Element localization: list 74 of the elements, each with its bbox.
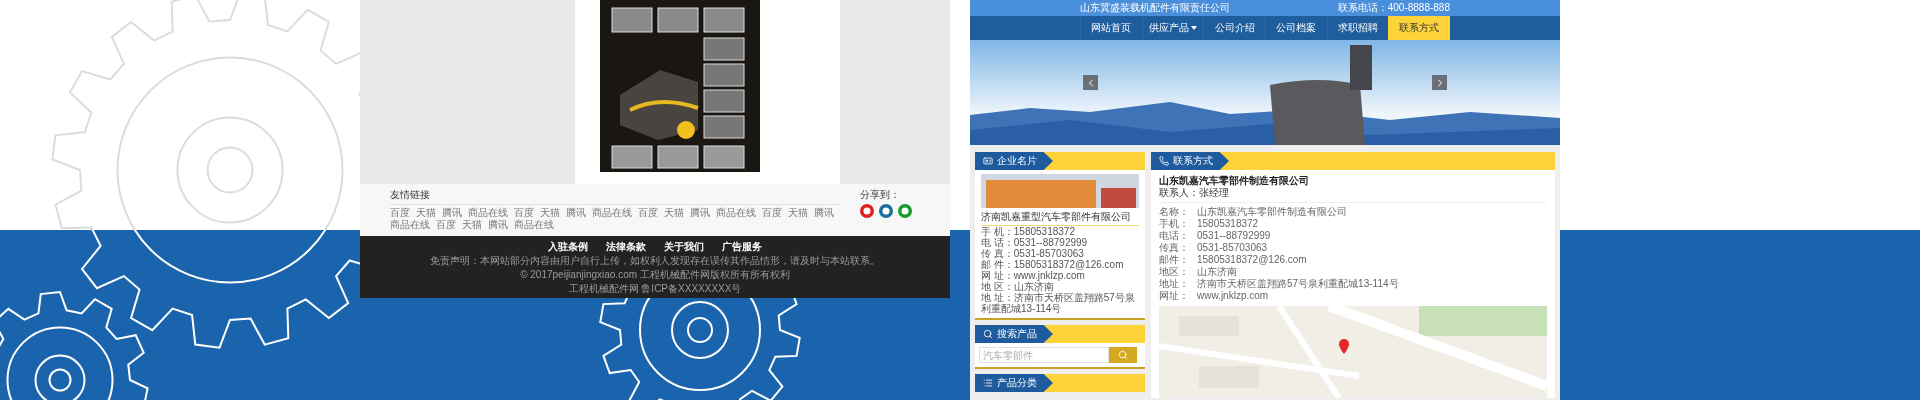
friend-link[interactable]: 天猫 bbox=[416, 207, 436, 219]
search-icon bbox=[983, 329, 993, 339]
contact-label: 邮件： bbox=[1159, 254, 1190, 266]
footer-text: © 2017peijianjingxiao.com 工程机械配件网版权所有所有权利 bbox=[520, 268, 790, 281]
friend-link[interactable]: 百度 bbox=[638, 207, 658, 219]
hotline-text: 联系电话：400-8888-888 bbox=[1337, 2, 1450, 14]
share-icon[interactable] bbox=[898, 204, 912, 218]
contact-label: 地区： bbox=[1159, 266, 1190, 278]
friend-link[interactable]: 腾讯 bbox=[814, 207, 834, 219]
contact-value: 济南市天桥区盖翔路57号泉利重配城13-114号 bbox=[1197, 278, 1399, 290]
card-field: 手 机：15805318372 bbox=[981, 226, 1139, 237]
share-icon[interactable] bbox=[879, 204, 893, 218]
contact-label: 手机： bbox=[1159, 218, 1190, 230]
friend-link[interactable]: 百度 bbox=[514, 207, 534, 219]
friend-link[interactable]: 商品在线 bbox=[468, 207, 508, 219]
contact-company: 山东凯嘉汽车零部件制造有限公司 bbox=[1159, 175, 1310, 187]
friend-link[interactable]: 腾讯 bbox=[690, 207, 710, 219]
contact-value: 山东凯嘉汽车零部件制造有限公司 bbox=[1197, 206, 1347, 218]
friend-link[interactable]: 商品在线 bbox=[390, 219, 430, 231]
card-field: 地 址：济南市天桥区盖翔路57号泉利重配城13-114号 bbox=[981, 292, 1139, 314]
friend-link[interactable]: 天猫 bbox=[540, 207, 560, 219]
contact-value: 0531--88792999 bbox=[1197, 230, 1271, 242]
nav-item[interactable]: 联系方式 bbox=[1388, 16, 1450, 40]
friend-link[interactable]: 商品在线 bbox=[592, 207, 632, 219]
company-name: 济南凯嘉重型汽车零部件有限公司 bbox=[981, 211, 1139, 226]
friend-link[interactable]: 腾讯 bbox=[442, 207, 462, 219]
footer-link[interactable]: 法律条款 bbox=[606, 239, 646, 253]
next-slide-button[interactable] bbox=[1432, 75, 1447, 90]
search-field[interactable]: 汽车零部件 bbox=[979, 347, 1109, 363]
card-field: 电 话：0531--88792999 bbox=[981, 237, 1139, 248]
friend-link[interactable]: 腾讯 bbox=[488, 219, 508, 231]
share-icon[interactable] bbox=[860, 204, 874, 218]
card-field: 传 真：0531-85703063 bbox=[981, 248, 1139, 259]
friend-link[interactable]: 天猫 bbox=[664, 207, 684, 219]
contact-label: 地址： bbox=[1159, 278, 1190, 290]
footer-text: 工程机械配件网 鲁ICP备XXXXXXXX号 bbox=[568, 282, 742, 295]
friend-links-title: 友情链接 bbox=[390, 189, 431, 201]
card-field: 网 址：www.jnklzp.com bbox=[981, 270, 1139, 281]
section-title: 联系方式 bbox=[1173, 155, 1213, 167]
friend-link[interactable]: 腾讯 bbox=[566, 207, 586, 219]
friend-link[interactable]: 百度 bbox=[762, 207, 782, 219]
friend-link[interactable]: 百度 bbox=[390, 207, 410, 219]
company-title: 山东冀盛装载机配件有限责任公司 bbox=[1080, 2, 1230, 14]
contact-value: 山东济南 bbox=[1197, 266, 1237, 278]
friend-link[interactable]: 天猫 bbox=[462, 219, 482, 231]
contact-value: 15805318372 bbox=[1197, 218, 1259, 230]
contact-value: 0531-85703063 bbox=[1197, 242, 1268, 254]
footer-link[interactable]: 广告服务 bbox=[722, 239, 762, 253]
list-icon bbox=[983, 378, 993, 388]
section-title: 企业名片 bbox=[997, 155, 1037, 167]
share-label: 分享到： bbox=[860, 189, 901, 201]
contact-person: 联系人：张经理 bbox=[1159, 187, 1547, 203]
card-field: 邮 件：15805318372@126.com bbox=[981, 259, 1139, 270]
section-title: 搜索产品 bbox=[997, 328, 1037, 340]
friend-link[interactable]: 商品在线 bbox=[514, 219, 554, 231]
footer-text: 免责声明：本网站部分内容由用户自行上传，如权利人发现存在误传其作品情形，请及时与本站联系。 bbox=[430, 254, 880, 267]
contact-label: 电话： bbox=[1159, 230, 1190, 242]
contact-label: 传真： bbox=[1159, 242, 1190, 254]
footer-link[interactable]: 关于我们 bbox=[664, 239, 704, 253]
section-title: 产品分类 bbox=[997, 377, 1037, 389]
card-field: 地 区：山东济南 bbox=[981, 281, 1139, 292]
contact-label: 网址： bbox=[1159, 290, 1190, 302]
previous-slide-button[interactable] bbox=[1083, 75, 1098, 90]
contact-value: 15805318372@126.com bbox=[1197, 254, 1307, 266]
id-card-icon bbox=[983, 156, 993, 166]
phone-icon bbox=[1159, 156, 1169, 166]
friend-link[interactable]: 商品在线 bbox=[716, 207, 756, 219]
contact-value: www.jnklzp.com bbox=[1197, 290, 1269, 302]
footer-link[interactable]: 入驻条例 bbox=[548, 239, 588, 253]
search-icon bbox=[1118, 350, 1128, 360]
caret-icon bbox=[1191, 26, 1197, 30]
friend-link[interactable]: 百度 bbox=[436, 219, 456, 231]
contact-label: 名称： bbox=[1159, 206, 1190, 218]
friend-link[interactable]: 天猫 bbox=[788, 207, 808, 219]
